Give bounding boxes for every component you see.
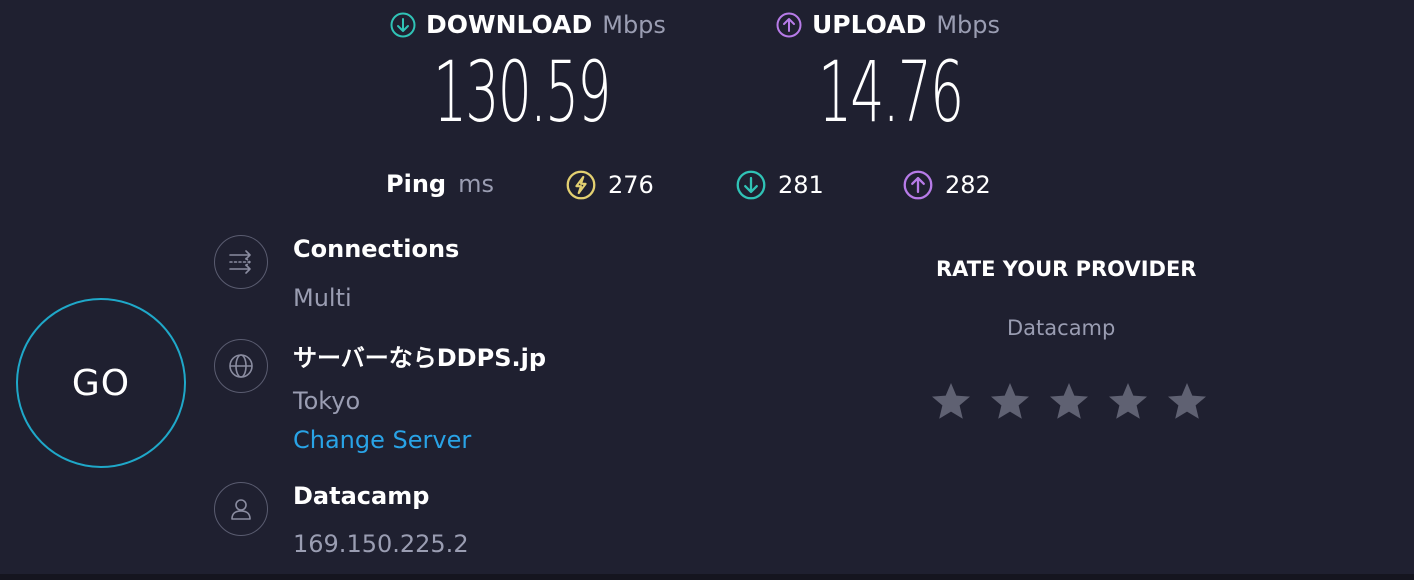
rating-stars — [931, 381, 1207, 421]
upload-unit: Mbps — [936, 10, 1001, 39]
star-icon-1[interactable] — [931, 381, 971, 421]
star-icon-3[interactable] — [1049, 381, 1089, 421]
change-server-link[interactable]: Change Server — [293, 426, 471, 454]
arrow-down-circle-icon — [390, 12, 416, 37]
download-unit: Mbps — [602, 10, 666, 39]
bottom-edge — [0, 574, 1414, 580]
star-icon-4[interactable] — [1108, 381, 1148, 421]
star-icon-2[interactable] — [990, 381, 1030, 421]
connections-arrows-icon — [229, 250, 251, 274]
ping-download: 281 — [736, 170, 824, 200]
connections-title: Connections — [293, 235, 460, 263]
upload-label: UPLOAD — [812, 10, 927, 39]
connections-icon-wrap — [214, 235, 268, 289]
ping-idle: 276 — [566, 170, 654, 200]
star-icon-5[interactable] — [1167, 381, 1207, 421]
user-icon — [231, 499, 251, 520]
ping-bolt-icon — [566, 170, 596, 200]
connections-value: Multi — [293, 284, 352, 312]
download-value: 130.59 — [433, 43, 612, 141]
rate-provider-name: Datacamp — [1007, 316, 1116, 340]
upload-value: 14.76 — [818, 43, 964, 141]
server-location: Tokyo — [293, 387, 361, 415]
globe-icon — [229, 354, 253, 378]
download-header: DOWNLOAD Mbps — [390, 10, 666, 39]
go-button[interactable]: GO — [16, 298, 186, 468]
server-name: サーバーならDDPS.jp — [293, 344, 547, 372]
ping-label: Ping — [386, 170, 447, 198]
ping-download-value: 281 — [778, 171, 824, 199]
go-button-label: GO — [71, 362, 131, 404]
provider-ip: 169.150.225.2 — [293, 530, 469, 558]
arrow-down-circle-icon — [736, 170, 766, 200]
provider-icon-wrap — [214, 482, 268, 536]
provider-name: Datacamp — [293, 482, 430, 510]
ping-upload: 282 — [903, 170, 991, 200]
ping-idle-value: 276 — [608, 171, 654, 199]
ping-upload-value: 282 — [945, 171, 991, 199]
download-label: DOWNLOAD — [426, 10, 593, 39]
arrow-up-circle-icon — [776, 12, 802, 37]
arrow-up-circle-icon — [903, 170, 933, 200]
ping-unit: ms — [458, 170, 494, 198]
ping-label-group: Ping ms — [386, 170, 494, 198]
upload-header: UPLOAD Mbps — [776, 10, 1000, 39]
rate-provider-title: RATE YOUR PROVIDER — [936, 257, 1197, 281]
server-icon-wrap — [214, 339, 268, 393]
